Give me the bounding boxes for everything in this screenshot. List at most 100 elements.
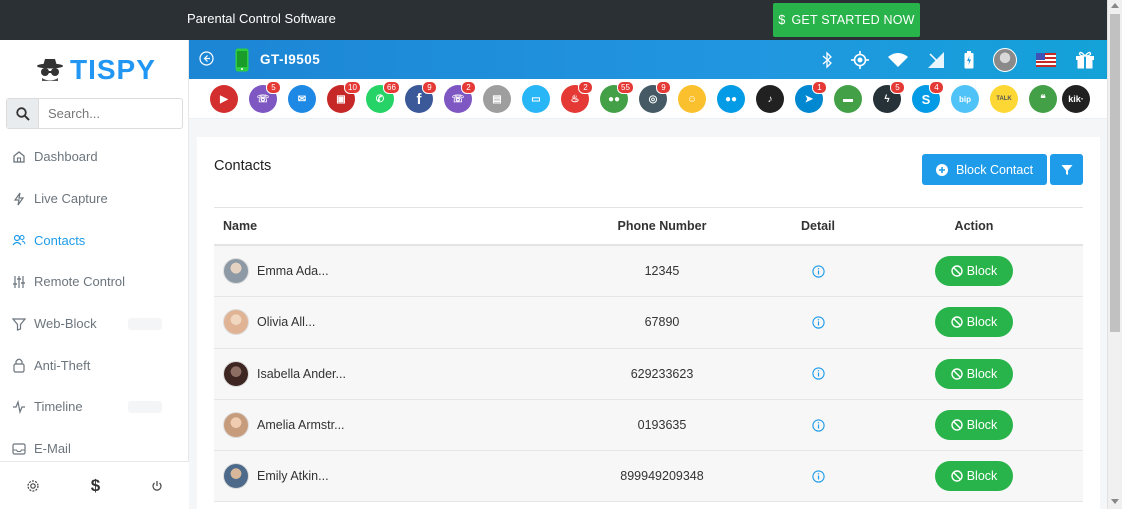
col-phone[interactable]: Phone Number — [584, 219, 740, 233]
app-viber-icon[interactable]: ☏ 2 — [444, 81, 476, 113]
app-talk-icon[interactable]: TALK — [990, 85, 1018, 113]
contact-name-cell: Emma Ada... — [214, 258, 584, 285]
app-photos-icon[interactable]: ▣ 10 — [327, 81, 361, 113]
search-input[interactable] — [39, 99, 179, 128]
app-tiktok-icon[interactable]: ♪ — [756, 85, 784, 113]
app-tinder-icon[interactable]: ♨ 2 — [561, 81, 593, 113]
contact-name[interactable]: Emily Atkin... — [257, 469, 329, 483]
app-badge: 55 — [617, 81, 634, 94]
signal-icon[interactable] — [927, 51, 945, 69]
app-glyph: ▬ — [843, 93, 853, 105]
info-icon[interactable] — [811, 367, 825, 380]
gift-icon[interactable] — [1075, 51, 1095, 69]
info-icon[interactable] — [811, 418, 825, 432]
page-title: Contacts — [214, 158, 272, 174]
filter-button[interactable] — [1050, 154, 1083, 185]
app-glyph: ▣ — [336, 93, 346, 105]
action-cell: Block — [896, 358, 1052, 389]
app-whatsapp-icon[interactable]: ✆ 66 — [366, 81, 400, 113]
app-messenger-icon[interactable]: ϟ5 — [873, 81, 905, 113]
power-icon[interactable] — [151, 480, 163, 492]
app-instagram-icon[interactable]: ◎ 9 — [639, 81, 671, 113]
bluetooth-icon[interactable] — [822, 51, 832, 69]
app-badge: 9 — [422, 81, 437, 94]
app-screen-icon[interactable]: ▭ — [522, 85, 550, 113]
app-facebook-icon[interactable]: f9 — [405, 81, 437, 113]
app-glyph: bip — [959, 94, 971, 104]
app-hangouts-icon[interactable]: ❝ — [1029, 85, 1057, 113]
contact-name[interactable]: Amelia Armstr... — [257, 418, 345, 432]
contact-name[interactable]: Isabella Ander... — [257, 367, 346, 381]
scroll-up-arrow-icon[interactable] — [1111, 3, 1119, 8]
app-bip-icon[interactable]: bip — [951, 85, 979, 113]
ban-icon — [951, 419, 963, 431]
detail-cell — [740, 264, 896, 278]
wifi-icon[interactable] — [888, 53, 908, 67]
sidebar-item-timeline[interactable]: Timeline — [0, 386, 189, 428]
sidebar-item-live-capture[interactable]: Live Capture — [0, 178, 189, 220]
app-glyph: S — [921, 91, 931, 107]
app-kik-icon[interactable]: kik· — [1062, 85, 1090, 113]
ban-icon — [951, 316, 963, 329]
sidebar-item-contacts[interactable]: Contacts — [0, 219, 189, 261]
contact-phone: 0193635 — [637, 418, 687, 433]
sidebar-item-anti-theft[interactable]: Anti-Theft — [0, 344, 189, 386]
sidebar: TISPY Dashboard Live Capture Contacts Re… — [0, 40, 189, 509]
block-button[interactable]: Block — [935, 410, 1013, 441]
promo-bar: Parental Control Software $ GET STARTED … — [0, 0, 1107, 40]
info-icon[interactable] — [811, 264, 825, 278]
back-arrow-icon[interactable] — [199, 51, 214, 66]
app-telegram-icon[interactable]: ➤ 1 — [795, 81, 827, 113]
brand-logo[interactable]: TISPY — [36, 54, 156, 86]
app-snapchat-icon[interactable]: ☺ — [678, 85, 706, 113]
gps-icon[interactable] — [851, 51, 869, 69]
block-button[interactable]: Block — [935, 461, 1013, 492]
app-clipboard-icon[interactable]: ▤ — [483, 85, 511, 113]
block-button[interactable]: Block — [935, 256, 1013, 287]
contact-name-cell: Isabella Ander... — [214, 360, 584, 387]
sidebar-item-dashboard[interactable]: Dashboard — [0, 136, 189, 178]
sidebar-item-label: E-Mail — [34, 441, 71, 457]
app-wechat-icon[interactable]: ●● 55 — [600, 81, 634, 113]
block-button[interactable]: Block — [935, 307, 1013, 338]
block-contact-button[interactable]: Block Contact — [922, 154, 1047, 185]
gear-icon[interactable] — [26, 479, 40, 493]
get-started-button[interactable]: $ GET STARTED NOW — [773, 3, 920, 37]
app-email-icon[interactable]: ✉ — [288, 85, 316, 113]
inbox-icon — [12, 443, 26, 455]
app-glyph: ✆ — [375, 93, 385, 105]
contact-phone: 67890 — [644, 315, 680, 330]
contact-name[interactable]: Emma Ada... — [257, 264, 329, 278]
sidebar-item-label: Live Capture — [34, 191, 108, 207]
sidebar-item-remote-control[interactable]: Remote Control — [0, 261, 189, 303]
flag-us-icon[interactable] — [1036, 53, 1056, 67]
contact-name[interactable]: Olivia All... — [257, 315, 315, 329]
block-button[interactable]: Block — [935, 358, 1013, 389]
info-icon[interactable] — [811, 316, 825, 329]
user-avatar[interactable] — [993, 48, 1017, 72]
dollar-icon[interactable]: $ — [91, 476, 100, 496]
ban-icon — [951, 368, 963, 380]
device-status-icons — [822, 48, 1095, 72]
search-button[interactable] — [7, 99, 39, 128]
scroll-down-arrow-icon[interactable] — [1111, 499, 1119, 504]
app-line-icon[interactable]: ▬ — [834, 85, 862, 113]
col-action[interactable]: Action — [896, 219, 1052, 233]
block-label: Block — [966, 366, 998, 381]
app-glyph: ☺ — [686, 93, 698, 105]
web-block-badge — [128, 317, 162, 330]
page-scrollbar[interactable] — [1107, 0, 1122, 509]
scrollbar-thumb[interactable] — [1110, 14, 1120, 332]
sidebar-item-web-block[interactable]: Web-Block — [0, 303, 189, 345]
battery-icon[interactable] — [964, 51, 974, 69]
app-flickr-icon[interactable]: ●● — [717, 85, 745, 113]
app-phone-calls-icon[interactable]: ☏ 5 — [249, 81, 281, 113]
avatar — [223, 412, 249, 439]
app-video-call-icon[interactable]: ▶ — [210, 85, 238, 113]
app-skype-icon[interactable]: S4 — [912, 81, 944, 113]
col-name[interactable]: Name — [214, 219, 584, 233]
device-bar: GT-I9505 — [189, 40, 1107, 79]
info-icon[interactable] — [811, 470, 825, 483]
col-detail[interactable]: Detail — [740, 219, 896, 233]
avatar — [223, 309, 249, 336]
